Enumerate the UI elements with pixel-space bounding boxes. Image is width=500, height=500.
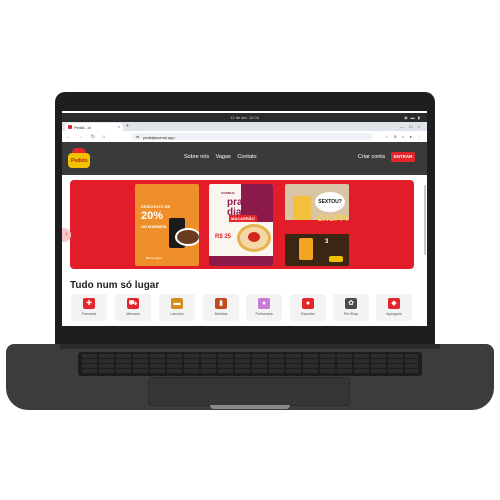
page-scrollbar[interactable] [424, 185, 426, 255]
nav-link-about[interactable]: Sobre nós [184, 154, 209, 160]
burger-icon: ▬ [171, 298, 183, 309]
category-perfumery[interactable]: ♦ Perfumaria [246, 294, 282, 321]
meat-icon: ◆ [388, 298, 400, 309]
category-drinks[interactable]: ▮ Bebidas [203, 294, 239, 321]
bottle-icon: ▮ [215, 298, 227, 309]
browser-tab[interactable]: Pedid...ol × [65, 123, 123, 131]
os-status-icons: ◉ ▬ ▮ [404, 115, 421, 120]
logo-badge: Pedido [68, 153, 90, 168]
banner3-bubble: SEXTOU? [315, 192, 345, 212]
category-snacks[interactable]: ▬ Lanches [159, 294, 195, 321]
sauce-illustration [248, 232, 260, 242]
paw-icon: ✿ [345, 298, 357, 309]
category-pharmacy[interactable]: ✚ Farmácia [71, 294, 107, 321]
banner-friday-beer[interactable]: SEXTOU? CHOPP! 3 [285, 184, 349, 266]
banner3-number: 3 [325, 239, 329, 245]
category-label: Mercado [126, 312, 140, 316]
ball-icon: ● [302, 298, 314, 309]
logo-text: Pedido [71, 158, 88, 164]
banner2-price: R$ 25 [215, 234, 232, 240]
pasta-illustration [237, 224, 271, 252]
site-info-icon[interactable]: ⇆ [136, 134, 139, 139]
category-label: Esportes [301, 312, 315, 316]
pharmacy-icon: ✚ [83, 298, 95, 309]
os-clock: 12 de set. 12:04 [230, 115, 259, 120]
os-status-bar: 12 de set. 12:04 ◉ ▬ ▮ [62, 113, 427, 122]
nav-link-contact[interactable]: Contato [237, 154, 256, 160]
category-butcher[interactable]: ◆ Açougues [376, 294, 412, 321]
laptop-hinge [60, 344, 440, 349]
window-controls[interactable]: — ☐ × [400, 124, 422, 129]
login-button[interactable]: ENTRAR [391, 152, 415, 162]
signup-link[interactable]: Criar conta [358, 154, 385, 160]
basket-icon: ⛟ [127, 298, 139, 309]
category-label: Pet Shop [343, 312, 359, 316]
touchpad[interactable] [148, 377, 350, 406]
url-text: pedidjanomal.app [143, 134, 175, 140]
browser-tabbar: Pedid...ol × + — ☐ × [62, 122, 427, 131]
banner3-brand-logo [329, 256, 343, 262]
banner1-footer: Baixe agora [145, 256, 162, 260]
banner3-chopp: CHOPP! [317, 214, 349, 223]
banner2-subtitle: MACARRÃO [229, 215, 257, 222]
banner2-strip [209, 256, 273, 266]
banner1-subtitle: NO MARMITA [141, 224, 167, 229]
perfume-icon: ♦ [258, 298, 270, 309]
banner-dish-of-day[interactable]: COZINHA prato do dia MACARRÃO R$ 25 [209, 184, 273, 266]
tab-title: Pedid...ol [74, 125, 91, 130]
new-tab-icon[interactable]: + [126, 123, 129, 129]
nav-link-jobs[interactable]: Vagas [216, 154, 231, 160]
banner2-logo: COZINHA [221, 191, 235, 195]
section-title: Tudo num só lugar [70, 280, 160, 291]
category-market[interactable]: ⛟ Mercado [115, 294, 151, 321]
category-petshop[interactable]: ✿ Pet Shop [333, 294, 369, 321]
browser-nav-icons[interactable]: ← → ↻ ⌂ [66, 134, 108, 140]
keyboard [78, 352, 422, 376]
beer-illustration [299, 238, 313, 260]
banner1-title: DESCONTO DE [141, 204, 171, 209]
category-label: Perfumaria [255, 312, 273, 316]
keyboard-row [82, 354, 418, 358]
keyboard-row [82, 359, 418, 363]
site-header: Pedido Sobre nós Vagas Contato Criar con… [62, 142, 427, 175]
site-nav: Sobre nós Vagas Contato [184, 154, 262, 160]
laptop-notch [210, 405, 290, 409]
tab-close-icon[interactable]: × [118, 124, 120, 129]
category-label: Farmácia [81, 312, 97, 316]
category-sports[interactable]: ● Esportes [290, 294, 326, 321]
logo[interactable]: Pedido [68, 148, 90, 168]
banner-discount[interactable]: DESCONTO DE 20% NO MARMITA Baixe agora [135, 184, 199, 266]
address-bar[interactable]: ⇆ pedidjanomal.app [132, 133, 372, 140]
category-label: Lanches [170, 312, 184, 316]
category-label: Açougues [386, 312, 402, 316]
favicon-icon [68, 125, 72, 129]
food-illustration [175, 228, 199, 246]
extension-icons[interactable]: ☆ ⊕ ◐ ● ⋮ [385, 134, 423, 139]
banner3-lower: 3 [285, 234, 349, 266]
keyboard-row [82, 364, 418, 368]
glass-illustration [293, 196, 311, 220]
keyboard-row [82, 369, 418, 373]
category-label: Bebidas [214, 312, 228, 316]
